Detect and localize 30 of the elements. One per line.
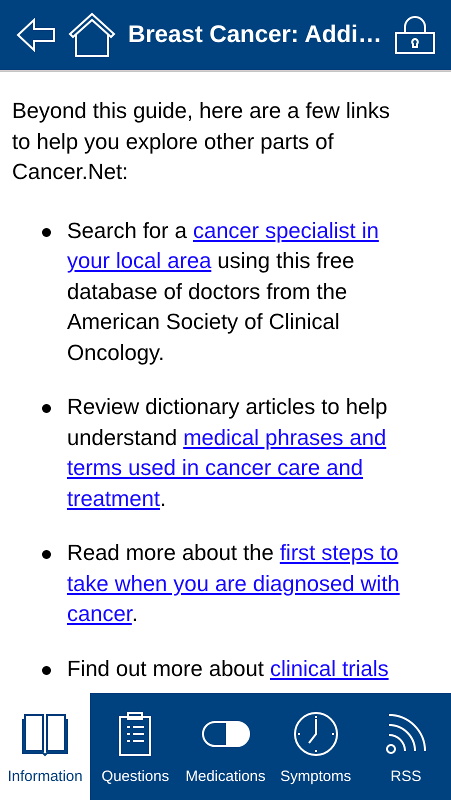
tab[interactable]: Information [0, 693, 90, 800]
bullet-text: Read more about the first steps to take when you are diagnosed with cancer. [67, 539, 401, 628]
intro-paragraph: Beyond this guide, here are a few links to help you explore other parts of Cancer.Net: [12, 97, 391, 186]
tab[interactable]: Symptoms [270, 693, 361, 800]
home-icon[interactable] [68, 12, 116, 58]
clipboard-icon [117, 710, 154, 756]
link[interactable]: clinical trials [270, 656, 389, 680]
link[interactable]: cancer [67, 601, 132, 626]
link[interactable]: medical phrases and [183, 424, 386, 450]
bullet-icon [42, 666, 51, 674]
bullet-icon [42, 228, 51, 236]
bullet-text: Find out more about clinical trials [67, 654, 390, 682]
back-icon[interactable] [16, 18, 56, 52]
clock-icon [292, 710, 339, 756]
bullet-icon [42, 550, 51, 559]
lock-icon[interactable] [394, 15, 436, 55]
page-title: Breast Cancer: Addi… [128, 20, 382, 50]
pill-icon [200, 718, 250, 748]
tab[interactable]: RSS [360, 693, 451, 800]
link[interactable]: treatment [67, 486, 160, 510]
link[interactable]: take when you are diagnosed with [67, 570, 400, 596]
link[interactable]: terms used in cancer care and [67, 455, 363, 480]
bullet-text: Review dictionary articles to help understand medical phrases and terms used in cancer care and treatment. [67, 393, 388, 512]
bullet-icon [42, 404, 51, 413]
link[interactable]: your local area [67, 248, 212, 273]
link[interactable]: first steps to [280, 540, 398, 565]
tab[interactable]: Medications [180, 693, 271, 800]
bullet-text: Search for a cancer specialist in your local area using this free database of doctors from the American Society of Clinical Oncology. [67, 216, 380, 367]
tab[interactable]: Questions [90, 693, 180, 800]
link[interactable]: cancer specialist in [192, 218, 379, 242]
